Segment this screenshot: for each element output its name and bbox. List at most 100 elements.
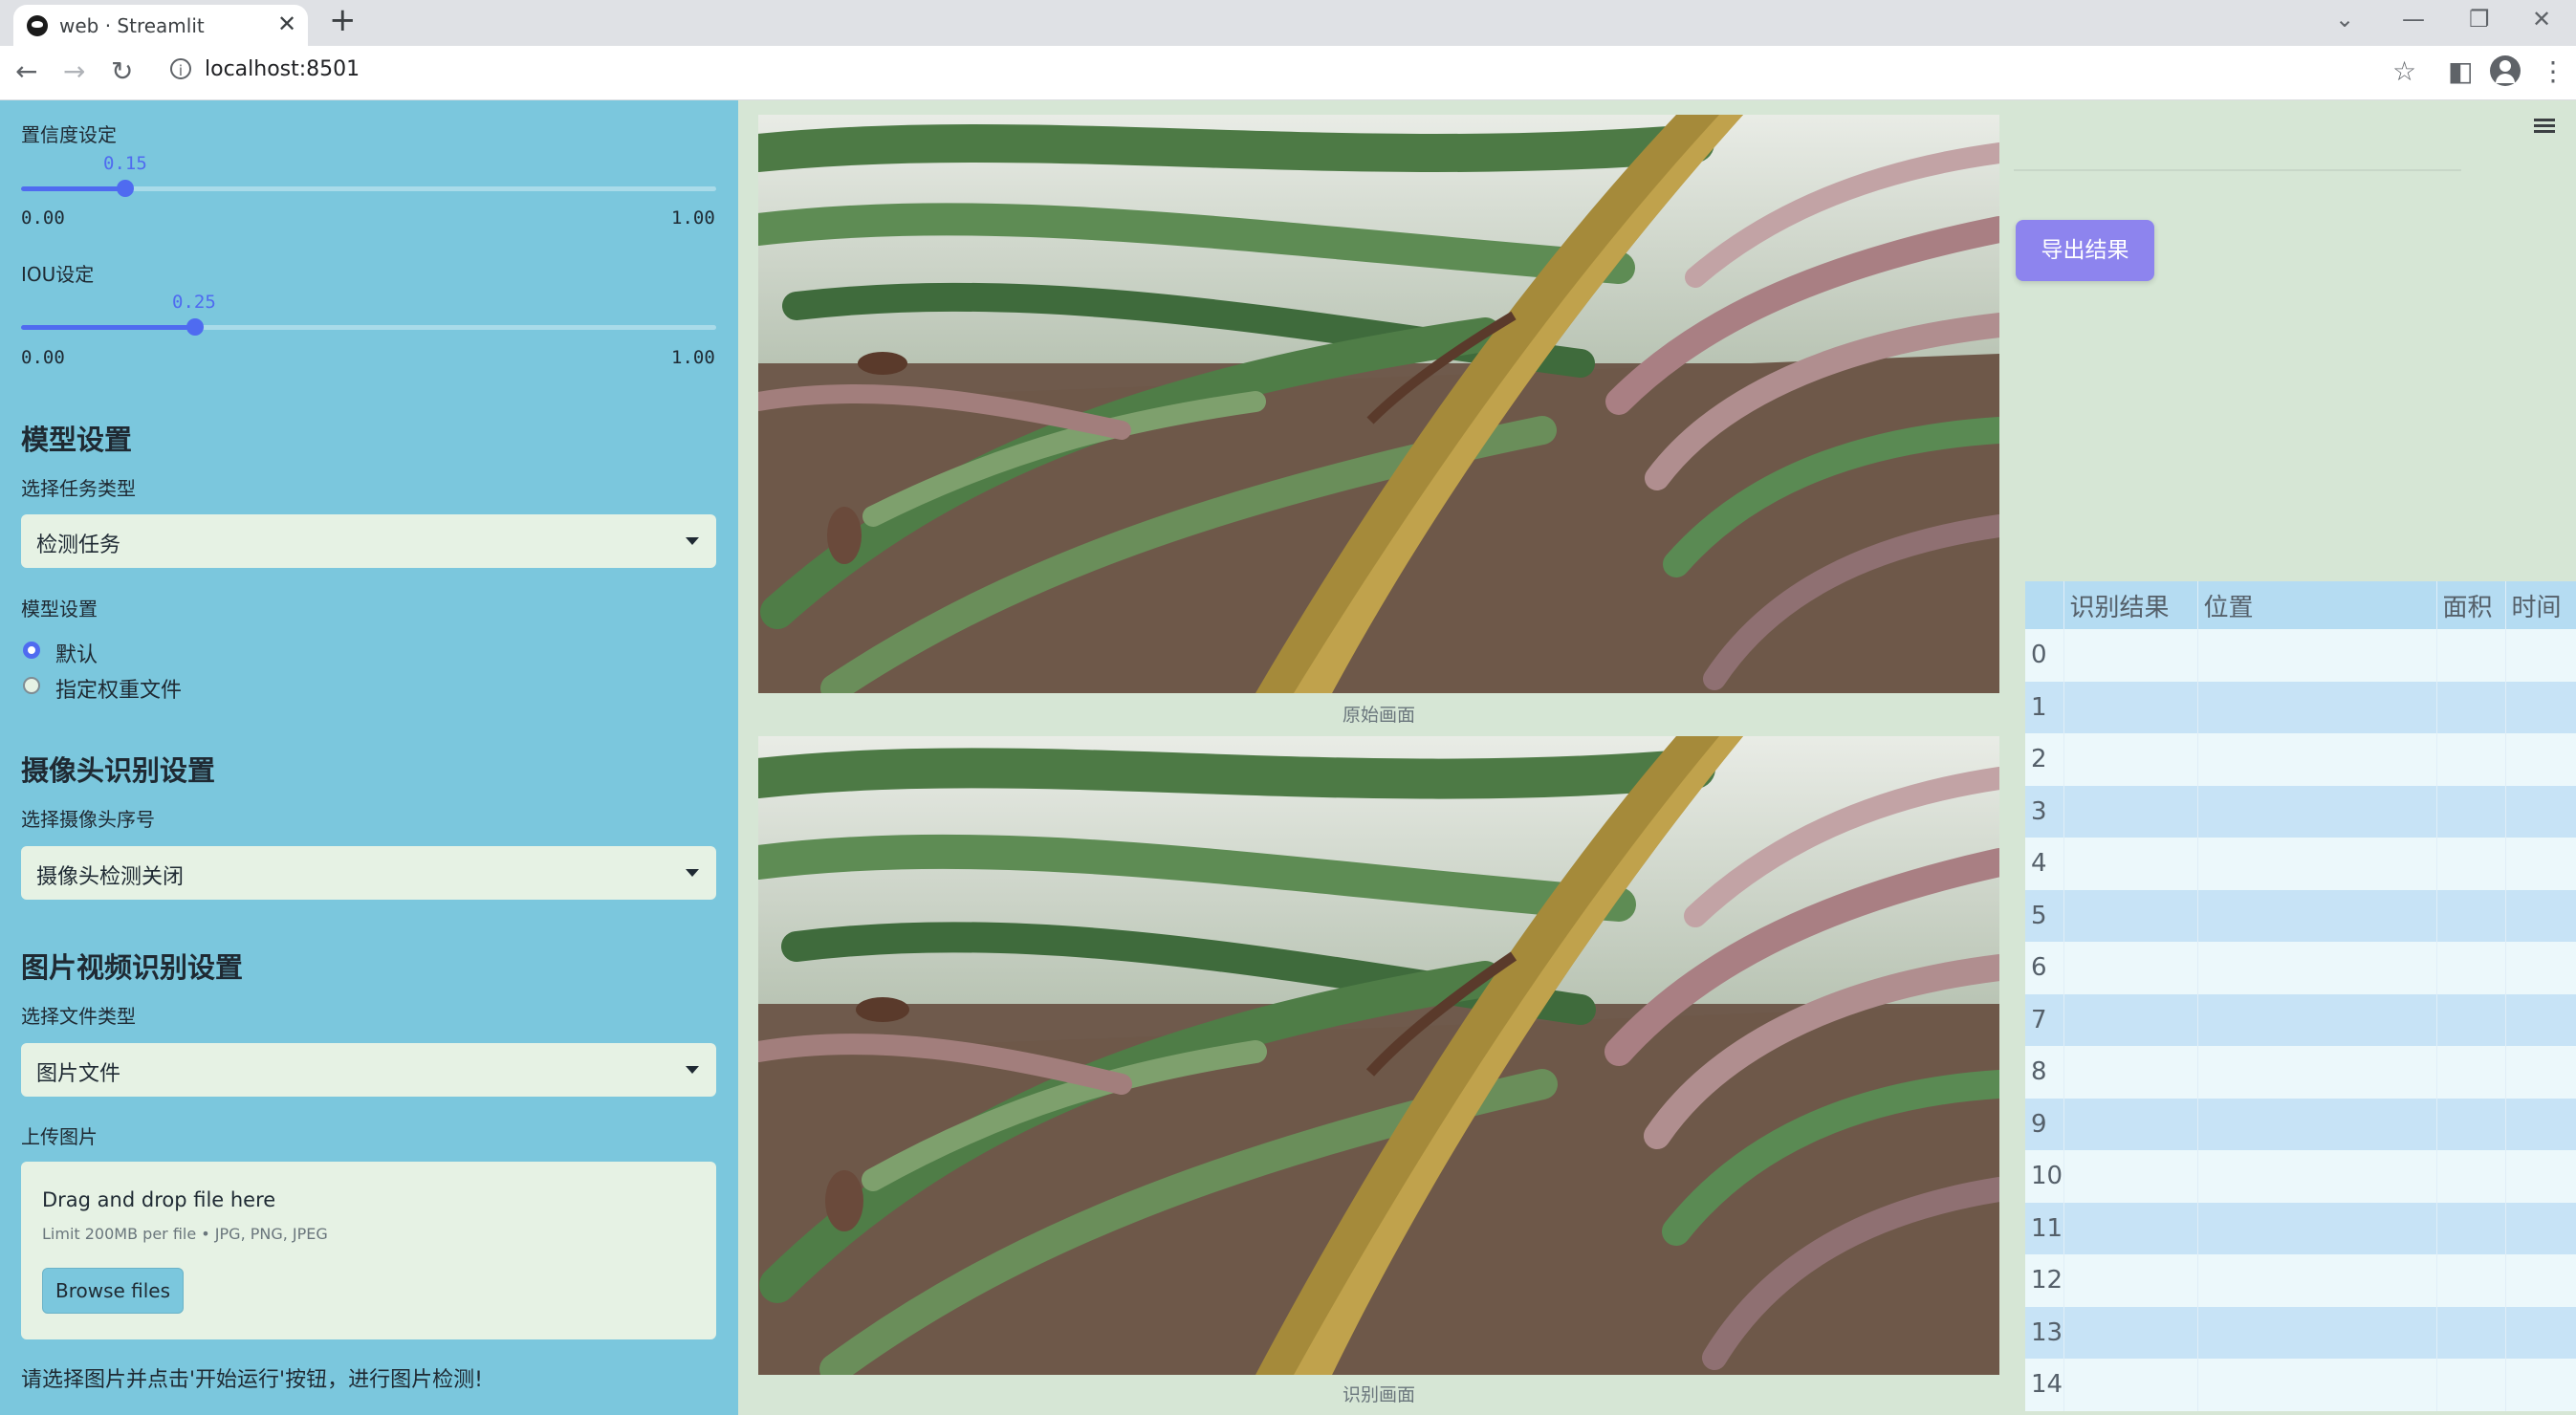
camera-index-label: 选择摄像头序号 [21,808,155,831]
result-cell [2063,1150,2198,1203]
area-cell [2436,1150,2506,1203]
export-results-button[interactable]: 导出结果 [2016,220,2154,281]
new-tab-icon[interactable]: + [329,4,357,36]
column-header-index[interactable] [2025,581,2064,629]
result-cell [2063,1254,2198,1307]
tab-search-chevron-icon[interactable]: ⌄ [2335,6,2354,33]
column-header-area[interactable]: 面积 [2436,581,2506,629]
table-row[interactable]: 2 [2025,733,2576,786]
area-cell [2436,681,2506,733]
palm-leaf-detection-photo [758,736,1999,1375]
table-row[interactable]: 12 [2025,1254,2576,1307]
table-row[interactable]: 5 [2025,889,2576,942]
column-header-result[interactable]: 识别结果 [2063,581,2198,629]
result-cell [2063,1046,2198,1099]
row-index: 11 [2025,1202,2064,1254]
task-type-select[interactable]: 检测任务 [21,514,716,568]
forward-icon[interactable]: → [63,55,85,87]
confidence-min: 0.00 [21,207,65,229]
chevron-down-icon [686,1066,699,1074]
dropzone-title: Drag and drop file here [42,1188,276,1211]
position-cell [2197,785,2437,838]
position-cell [2197,1046,2437,1099]
position-cell [2197,942,2437,994]
result-cell [2063,1359,2198,1411]
time-cell [2505,1254,2576,1307]
table-row[interactable]: 0 [2025,629,2576,682]
iou-slider[interactable] [21,318,716,336]
browser-tab[interactable]: web · Streamlit ✕ [13,5,308,46]
file-type-label: 选择文件类型 [21,1005,136,1028]
table-row[interactable]: 10 [2025,1150,2576,1203]
restore-icon[interactable]: ❐ [2469,6,2490,33]
row-index: 6 [2025,942,2064,994]
result-cell [2063,942,2198,994]
area-cell [2436,629,2506,682]
area-cell [2436,1254,2506,1307]
camera-select[interactable]: 摄像头检测关闭 [21,846,716,900]
table-row[interactable]: 7 [2025,993,2576,1046]
task-type-value: 检测任务 [36,533,121,557]
row-index: 8 [2025,1046,2064,1099]
browse-files-button[interactable]: Browse files [42,1268,184,1314]
position-cell [2197,681,2437,733]
table-row[interactable]: 1 [2025,681,2576,733]
iou-value: 0.25 [172,292,216,313]
address-bar[interactable]: localhost:8501 [205,57,360,81]
result-cell [2063,629,2198,682]
window-close-icon[interactable]: ✕ [2532,6,2551,33]
tab-title: web · Streamlit [59,14,205,37]
table-row[interactable]: 3 [2025,785,2576,838]
close-tab-icon[interactable]: ✕ [277,11,296,37]
file-dropzone[interactable]: Drag and drop file here Limit 200MB per … [21,1162,716,1339]
table-row[interactable]: 11 [2025,1202,2576,1254]
iou-label: IOU设定 [21,263,95,286]
row-index: 4 [2025,838,2064,890]
minimize-icon[interactable]: — [2402,6,2425,33]
table-row[interactable]: 8 [2025,1046,2576,1099]
side-panel-icon[interactable]: ◧ [2448,55,2473,87]
iou-slider-thumb[interactable] [186,318,204,336]
file-type-select[interactable]: 图片文件 [21,1043,716,1097]
table-row[interactable]: 14 [2025,1359,2576,1411]
row-index: 2 [2025,733,2064,786]
result-cell [2063,733,2198,786]
time-cell [2505,1150,2576,1203]
table-body: 0 1 2 3 4 5 6 7 8 9 10 11 12 13 14 [2025,629,2576,1411]
hamburger-menu-icon[interactable] [2534,119,2555,134]
result-image-caption: 识别画面 [1342,1384,1415,1405]
table-row[interactable]: 9 [2025,1098,2576,1150]
position-cell [2197,838,2437,890]
chevron-down-icon [686,869,699,877]
confidence-slider-fill [21,186,125,191]
back-icon[interactable]: ← [15,55,37,87]
confidence-slider[interactable] [21,180,716,197]
browser-menu-icon[interactable]: ⋮ [2540,55,2566,87]
chevron-down-icon [686,537,699,545]
result-cell [2063,1202,2198,1254]
area-cell [2436,1202,2506,1254]
confidence-max: 1.00 [671,207,715,229]
position-cell [2197,889,2437,942]
table-row[interactable]: 6 [2025,942,2576,994]
iou-slider-fill [21,325,195,330]
column-header-time[interactable]: 时间 [2505,581,2576,629]
table-row[interactable]: 4 [2025,838,2576,890]
position-cell [2197,993,2437,1046]
profile-avatar-icon[interactable] [2490,55,2521,86]
dropzone-limit: Limit 200MB per file • JPG, PNG, JPEG [42,1225,328,1243]
time-cell [2505,733,2576,786]
bookmark-star-icon[interactable]: ☆ [2392,55,2416,87]
file-settings-heading: 图片视频识别设置 [21,951,244,984]
table-row[interactable]: 13 [2025,1306,2576,1359]
camera-settings-heading: 摄像头识别设置 [21,754,216,787]
result-cell [2063,1098,2198,1150]
time-cell [2505,993,2576,1046]
reload-icon[interactable]: ↻ [111,55,133,87]
results-table: 识别结果 位置 面积 时间 0 1 2 3 4 5 6 7 8 9 10 11 12 13 14 [2025,581,2576,1411]
site-info-icon[interactable]: i [170,58,191,79]
result-cell [2063,785,2198,838]
confidence-slider-thumb[interactable] [117,180,134,197]
row-index: 3 [2025,785,2064,838]
column-header-position[interactable]: 位置 [2197,581,2437,629]
